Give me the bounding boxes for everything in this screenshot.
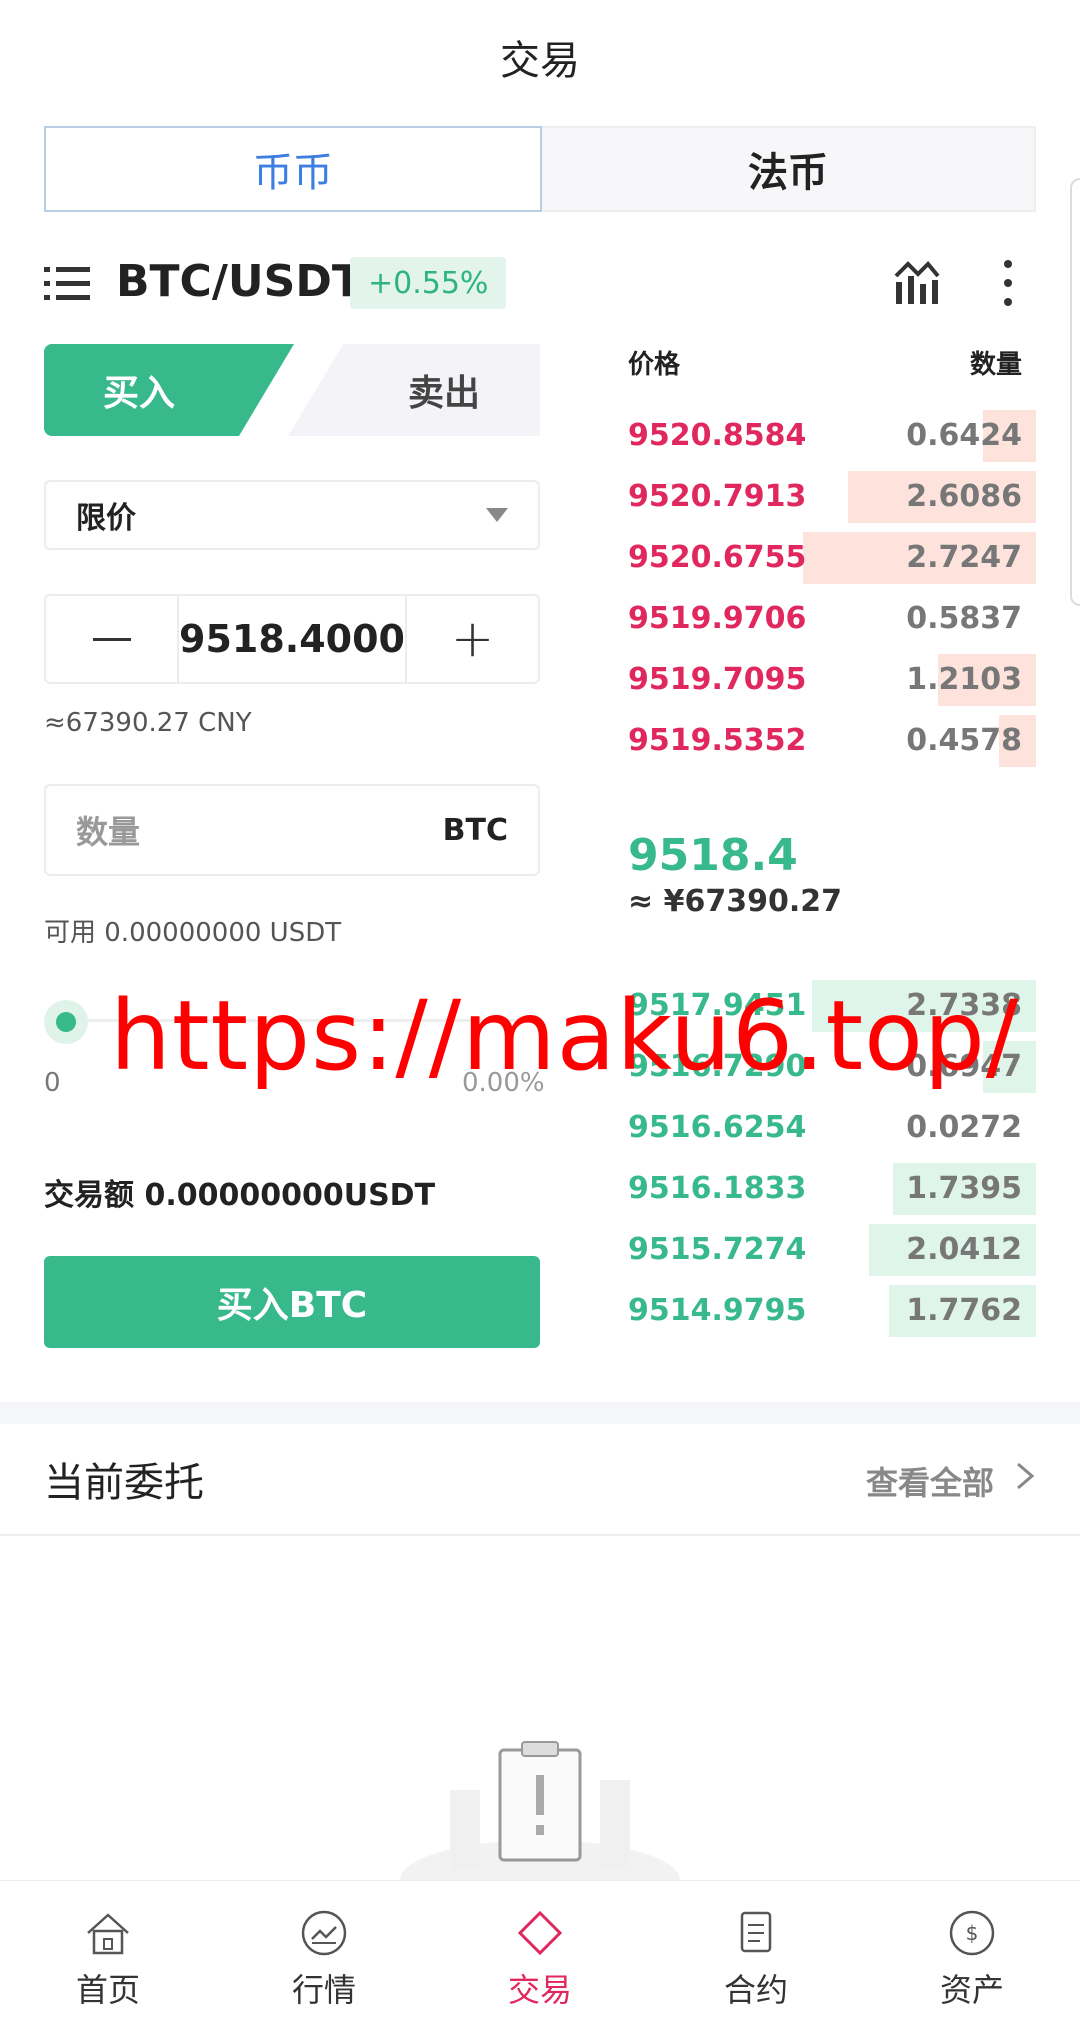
- slider-min-label: 0: [44, 1068, 61, 1098]
- bid-qty: 0.0272: [906, 1110, 1022, 1145]
- buy-btc-button[interactable]: 买入BTC: [44, 1256, 540, 1348]
- view-all-link[interactable]: 查看全部: [866, 1458, 994, 1504]
- ask-price: 9519.7095: [628, 662, 807, 697]
- tab-trade-label: 交易: [507, 1971, 572, 2009]
- trade-amount: 交易额 0.00000000USDT: [44, 1178, 436, 1213]
- tab-spot[interactable]: 币币: [44, 126, 542, 212]
- chevron-right-icon[interactable]: [1012, 1456, 1038, 1496]
- bid-row[interactable]: 9516.6254 0.0272: [628, 1102, 1036, 1154]
- buy-tab-label: 买入: [102, 373, 175, 414]
- sell-tab[interactable]: 卖出: [288, 344, 540, 436]
- tab-home[interactable]: 首页: [0, 1881, 216, 2023]
- ask-row[interactable]: 9519.9706 0.5837: [628, 593, 1036, 645]
- price-decrease-button[interactable]: [46, 596, 180, 682]
- svg-text:$: $: [966, 1921, 979, 1945]
- dropdown-arrow-icon: [486, 508, 508, 522]
- orderbook-qty-header: 数量: [970, 350, 1023, 380]
- price-input[interactable]: 9518.4000: [179, 596, 407, 682]
- section-divider: [0, 1402, 1080, 1424]
- bid-price: 9515.7274: [628, 1232, 807, 1267]
- price-increase-button[interactable]: +: [407, 596, 538, 682]
- market-icon: [301, 1910, 347, 1956]
- ask-row[interactable]: 9519.5352 0.4578: [628, 715, 1036, 767]
- bottom-tab-bar: 首页 行情 交易 合约 $ 资产: [0, 1880, 1080, 2023]
- change-badge: +0.55%: [350, 257, 507, 309]
- orders-divider: [0, 1534, 1080, 1536]
- ask-row[interactable]: 9520.8584 0.6424: [628, 410, 1036, 462]
- assets-icon: $: [949, 1910, 995, 1956]
- list-menu-icon[interactable]: [44, 265, 92, 303]
- kline-chart-icon[interactable]: [892, 258, 942, 308]
- trade-icon: [517, 1910, 563, 1956]
- ask-qty: 0.5837: [906, 601, 1022, 636]
- ask-price: 9519.5352: [628, 723, 807, 758]
- ask-qty: 0.6424: [906, 418, 1022, 453]
- ask-price: 9520.7913: [628, 479, 807, 514]
- order-type-value: 限价: [76, 501, 136, 536]
- tab-fiat[interactable]: 法币: [542, 126, 1036, 212]
- order-type-select[interactable]: 限价: [44, 480, 540, 550]
- tab-assets[interactable]: $ 资产: [864, 1881, 1080, 2023]
- tab-trade[interactable]: 交易: [432, 1881, 648, 2023]
- ask-qty: 1.2103: [906, 662, 1022, 697]
- quantity-field[interactable]: 数量 BTC: [44, 784, 540, 876]
- sell-tab-label: 卖出: [407, 373, 480, 414]
- available-balance: 可用 0.00000000 USDT: [44, 918, 342, 948]
- ask-price: 9520.8584: [628, 418, 807, 453]
- more-options-icon[interactable]: [1000, 258, 1016, 308]
- bid-qty: 1.7395: [906, 1171, 1022, 1206]
- open-orders-title: 当前委托: [44, 1460, 204, 1506]
- side-drawer-handle[interactable]: [1070, 178, 1080, 606]
- tab-market-label: 行情: [291, 1971, 356, 2009]
- tab-contract-label: 合约: [723, 1971, 788, 2009]
- ask-qty: 0.4578: [906, 723, 1022, 758]
- market-type-segment: 币币 法币: [44, 126, 1036, 212]
- ask-price: 9520.6755: [628, 540, 807, 575]
- price-cny-estimate: ≈67390.27 CNY: [44, 708, 252, 738]
- empty-state-illustration: [400, 1741, 680, 1880]
- bid-qty: 2.0412: [906, 1232, 1022, 1267]
- ask-qty: 2.7247: [906, 540, 1022, 575]
- trading-pair[interactable]: BTC/USDT: [116, 256, 362, 307]
- bid-price: 9514.9795: [628, 1293, 807, 1328]
- tab-market[interactable]: 行情: [216, 1881, 432, 2023]
- watermark-url: https://maku6.top/: [110, 980, 1020, 1092]
- home-icon: [87, 1913, 129, 1955]
- bid-price: 9516.6254: [628, 1110, 807, 1145]
- bid-row[interactable]: 9514.9795 1.7762: [628, 1285, 1036, 1337]
- page-title: 交易: [500, 38, 580, 84]
- ask-row[interactable]: 9520.6755 2.7247: [628, 532, 1036, 584]
- buy-tab[interactable]: 买入: [44, 344, 294, 436]
- contract-icon: [740, 1911, 772, 1953]
- price-stepper: 9518.4000 +: [44, 594, 540, 684]
- last-price-cny: ≈ ¥67390.27: [628, 884, 842, 919]
- quantity-unit: BTC: [442, 812, 508, 848]
- tab-contract[interactable]: 合约: [648, 1881, 864, 2023]
- last-price: 9518.4: [628, 830, 798, 881]
- ask-price: 9519.9706: [628, 601, 807, 636]
- bid-qty: 1.7762: [906, 1293, 1022, 1328]
- minus-icon: [92, 637, 131, 641]
- quantity-placeholder: 数量: [76, 813, 141, 851]
- tab-assets-label: 资产: [939, 1971, 1004, 2009]
- orderbook-price-header: 价格: [628, 350, 681, 380]
- bid-row[interactable]: 9515.7274 2.0412: [628, 1224, 1036, 1276]
- tab-home-label: 首页: [75, 1971, 140, 2009]
- ask-qty: 2.6086: [906, 479, 1022, 514]
- slider-handle[interactable]: [44, 1000, 88, 1044]
- ask-row[interactable]: 9519.7095 1.2103: [628, 654, 1036, 706]
- bid-price: 9516.1833: [628, 1171, 807, 1206]
- bid-row[interactable]: 9516.1833 1.7395: [628, 1163, 1036, 1215]
- ask-row[interactable]: 9520.7913 2.6086: [628, 471, 1036, 523]
